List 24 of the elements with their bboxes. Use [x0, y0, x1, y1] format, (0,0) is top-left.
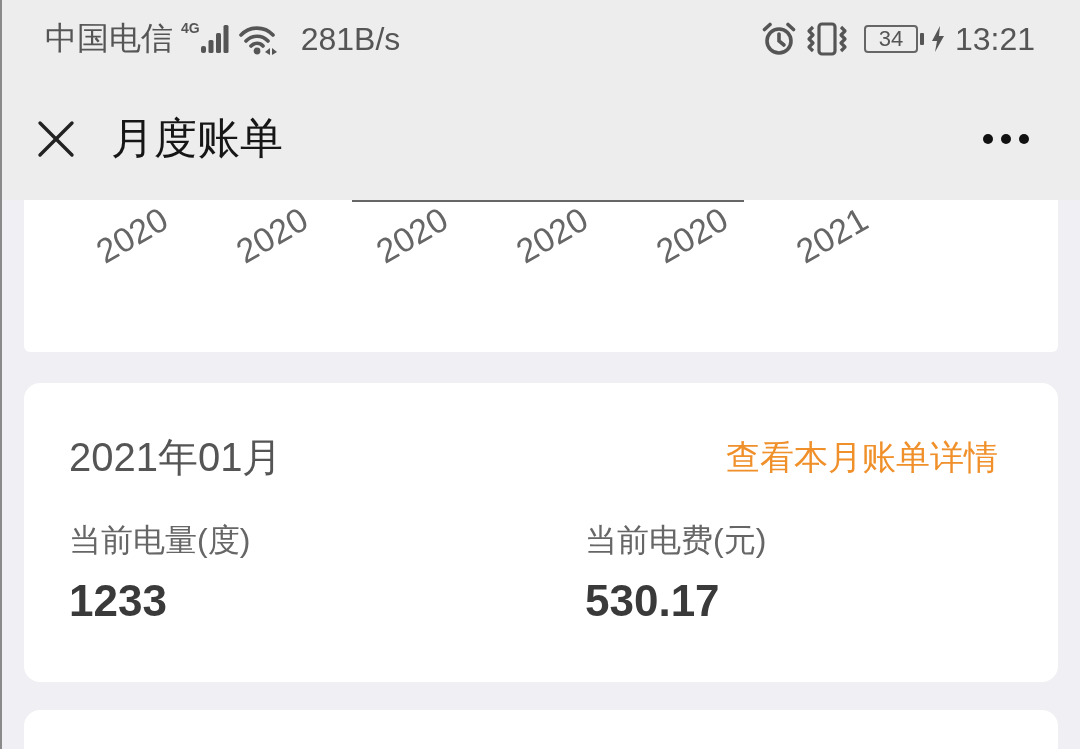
battery-indicator: 34	[863, 25, 924, 53]
close-icon[interactable]	[37, 120, 75, 158]
network-type: 4G	[181, 21, 200, 35]
page-title: 月度账单	[111, 115, 283, 163]
network-speed: 281B/s	[300, 23, 401, 55]
axis-label: 2020	[370, 201, 454, 269]
stat-label: 当前电量(度)	[69, 521, 252, 560]
bill-detail-link[interactable]: 查看本月账单详情	[726, 436, 998, 478]
stat-label: 当前电费(元)	[585, 521, 768, 560]
axis-label: 2020	[510, 201, 594, 269]
signal-icon	[200, 25, 229, 53]
axis-label: 2021	[790, 201, 874, 269]
alarm-clock-icon	[761, 22, 796, 56]
wifi-icon	[238, 23, 279, 55]
more-icon[interactable]	[982, 133, 1030, 145]
axis-label: 2020	[90, 201, 174, 269]
clock-time: 13:21	[954, 23, 1035, 55]
axis-label: 2020	[230, 201, 314, 269]
stat-value: 1233	[69, 575, 168, 628]
bill-month: 2021年01月	[69, 434, 283, 481]
carrier-name: 中国电信	[45, 19, 173, 58]
stat-value: 530.17	[585, 575, 721, 628]
axis-label: 2020	[650, 201, 734, 269]
vibrate-icon	[805, 22, 848, 56]
